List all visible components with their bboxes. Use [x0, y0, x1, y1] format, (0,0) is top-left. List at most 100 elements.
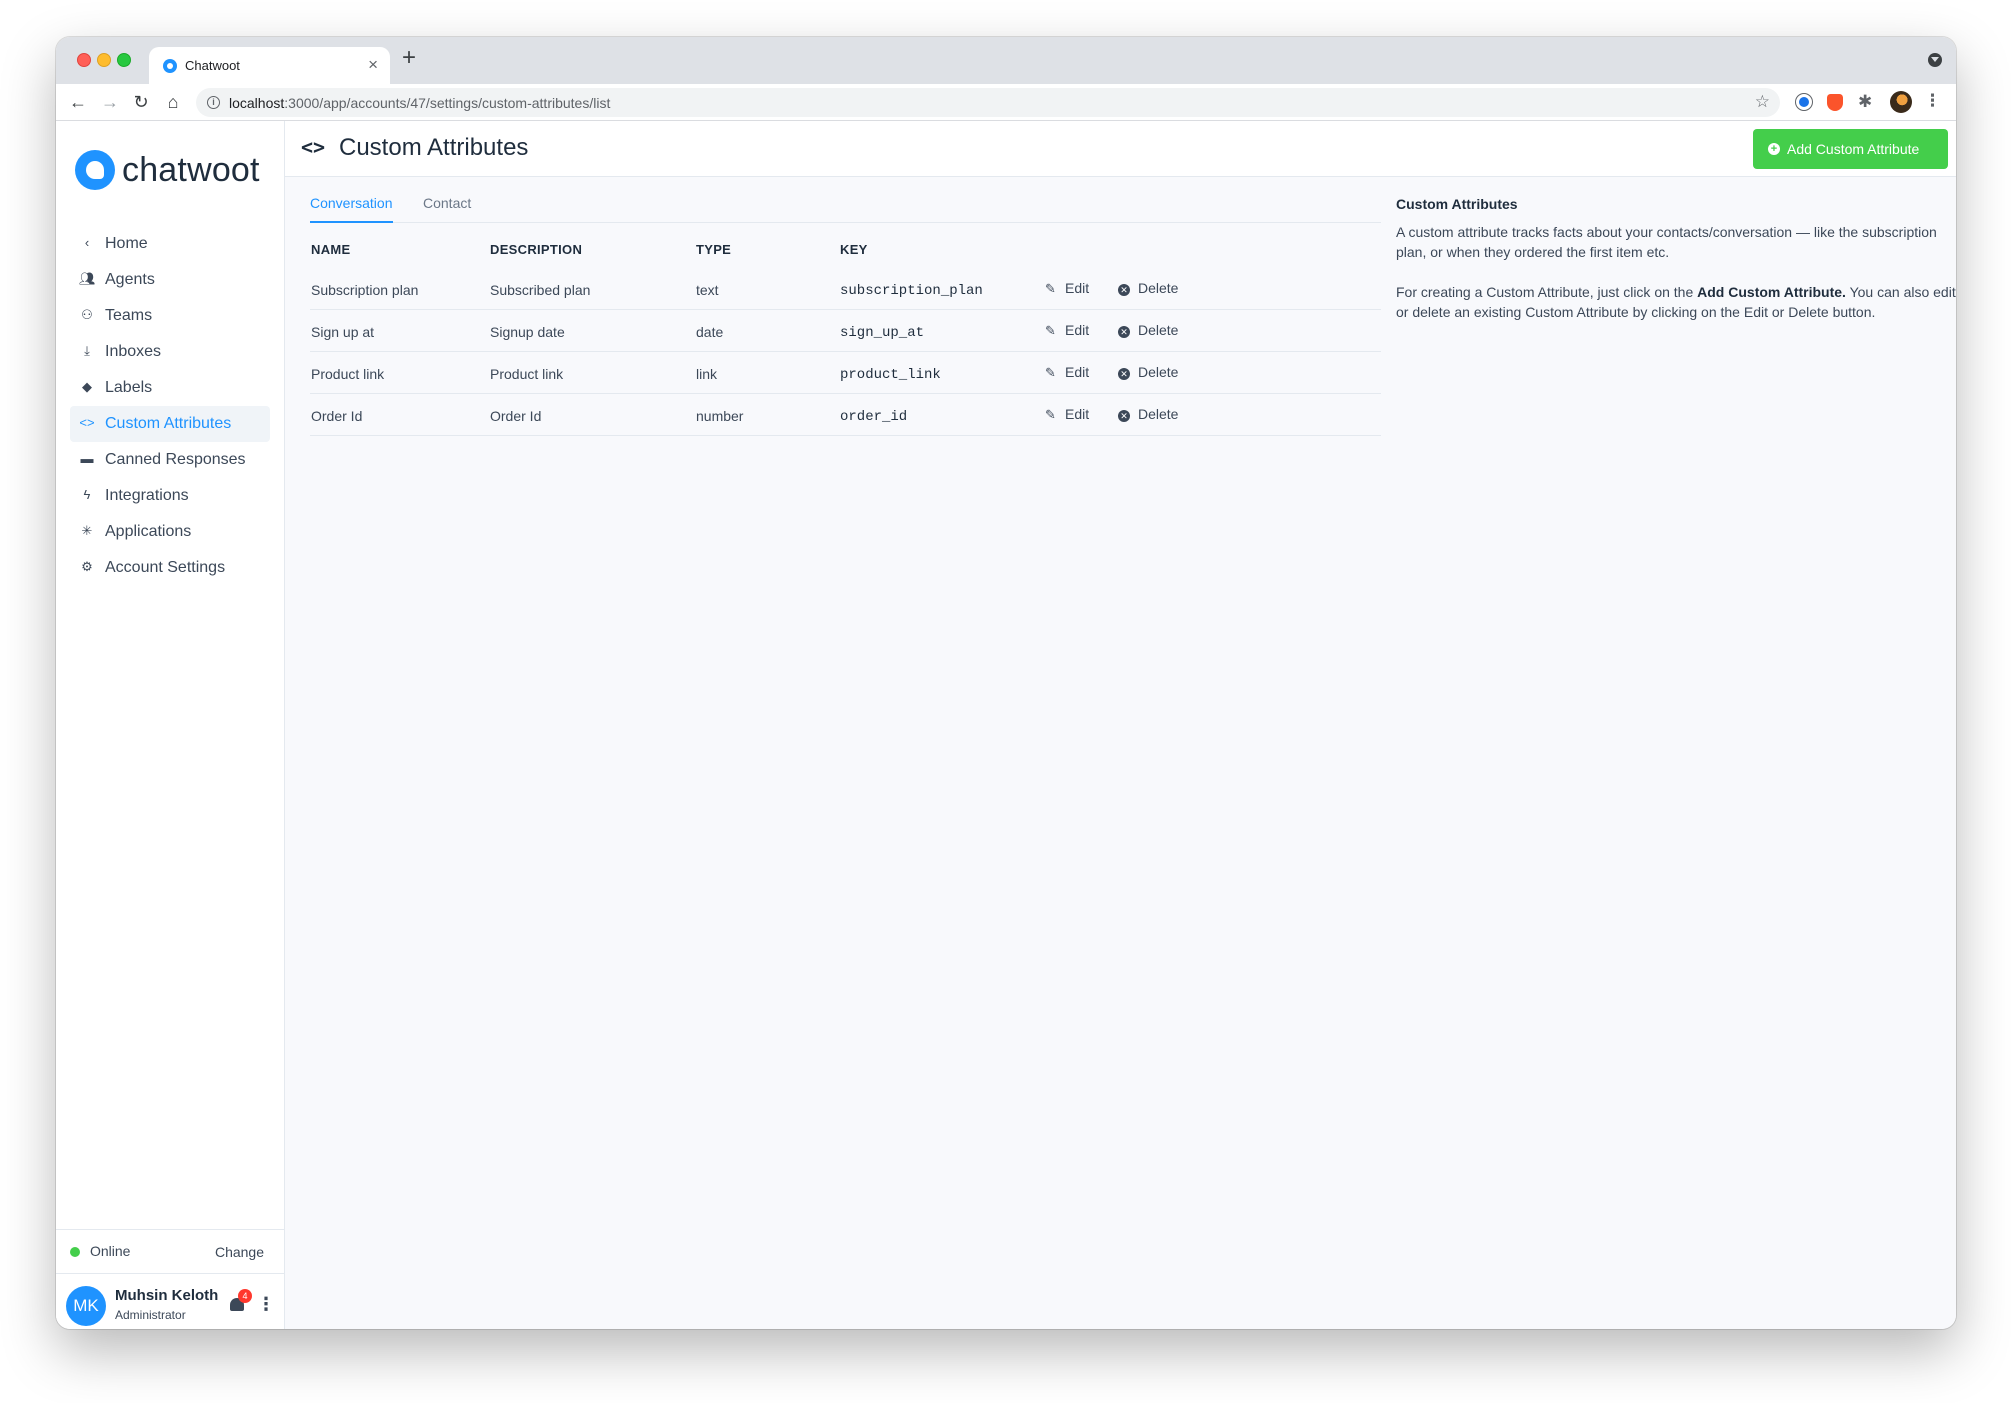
sidebar-item-label: Inboxes [105, 343, 162, 360]
attribute-name: Order Id [311, 408, 363, 424]
puzzle-extensions-icon[interactable]: ✱ [1858, 92, 1872, 112]
browser-window: Chatwoot × + ← → ↻ ⌂ i localhost:3000/ap… [56, 37, 1956, 1329]
site-info-icon[interactable]: i [207, 96, 220, 109]
attribute-type: text [696, 282, 719, 298]
dismiss-circle-icon: ✕ [1118, 368, 1130, 380]
sidebar-item-custom-attributes[interactable]: <> Custom Attributes [70, 406, 270, 442]
extension-icon[interactable] [1796, 94, 1812, 110]
notification-count-badge: 4 [238, 1289, 252, 1303]
url-text: localhost:3000/app/accounts/47/settings/… [229, 95, 610, 111]
add-custom-attribute-button[interactable]: + Add Custom Attribute [1753, 129, 1948, 169]
delete-button[interactable]: ✕ Delete [1118, 406, 1178, 422]
table-row: Sign up at Signup date date sign_up_at ✎… [310, 310, 1381, 352]
attribute-type: number [696, 408, 744, 424]
sidebar-footer: Online Change MK Muhsin Keloth Administr… [56, 1229, 285, 1329]
edit-button[interactable]: ✎ Edit [1045, 280, 1089, 297]
asterisk-icon: ✳ [81, 523, 93, 538]
attribute-key: order_id [840, 409, 908, 425]
column-header-description: DESCRIPTION [490, 242, 583, 257]
sidebar-item-integrations[interactable]: ϟ Integrations [70, 478, 270, 514]
notifications-bell-icon[interactable]: 4 [230, 1289, 252, 1313]
delete-button[interactable]: ✕ Delete [1118, 364, 1178, 380]
dismiss-circle-icon: ✕ [1118, 410, 1130, 422]
sidebar-item-account-settings[interactable]: ⚙ Account Settings [70, 550, 270, 586]
maximize-window-button[interactable] [117, 53, 131, 67]
forward-arrow-icon[interactable]: → [97, 89, 123, 115]
chatwoot-logo-icon [75, 150, 115, 190]
more-options-icon[interactable]: ⋮ [257, 1294, 275, 1315]
delete-button[interactable]: ✕ Delete [1118, 322, 1178, 338]
attribute-description: Subscribed plan [490, 282, 591, 298]
help-text: For creating a Custom Attribute, just cl… [1396, 284, 1698, 300]
sidebar-item-teams[interactable]: ⚇ Teams [70, 298, 270, 334]
edit-label: Edit [1065, 406, 1090, 422]
sidebar-item-inboxes[interactable]: ⤓ Inboxes [70, 334, 270, 370]
dismiss-circle-icon: ✕ [1118, 284, 1130, 296]
sidebar-item-canned-responses[interactable]: ▬ Canned Responses [70, 442, 270, 478]
address-bar[interactable]: i localhost:3000/app/accounts/47/setting… [196, 88, 1780, 117]
sidebar-item-labels[interactable]: ◆ Labels [70, 370, 270, 406]
pencil-icon: ✎ [1045, 365, 1056, 380]
attribute-key: subscription_plan [840, 283, 983, 299]
new-tab-button[interactable]: + [402, 46, 416, 70]
close-window-button[interactable] [77, 53, 91, 67]
sidebar-item-label: Account Settings [105, 559, 226, 576]
pencil-icon: ✎ [1045, 323, 1056, 338]
back-arrow-icon[interactable]: ← [65, 89, 91, 115]
sidebar-item-label: Agents [105, 271, 155, 288]
browser-menu-icon[interactable]: ⋮ [1924, 91, 1941, 111]
attribute-key: sign_up_at [840, 325, 925, 341]
delete-button[interactable]: ✕ Delete [1118, 280, 1178, 296]
browser-tab-title: Chatwoot [185, 58, 240, 73]
sidebar-item-home[interactable]: ‹ Home [70, 226, 270, 262]
dismiss-circle-icon: ✕ [1118, 326, 1130, 338]
chat-icon: ▬ [80, 451, 94, 466]
sidebar-item-agents[interactable]: 👥︎ Agents [70, 262, 270, 298]
availability-status: Online [90, 1243, 131, 1259]
edit-label: Edit [1065, 280, 1090, 296]
edit-label: Edit [1065, 322, 1090, 338]
sidebar-item-label: Home [105, 235, 148, 252]
edit-button[interactable]: ✎ Edit [1045, 406, 1089, 423]
tag-icon: ◆ [82, 379, 92, 394]
close-tab-icon[interactable]: × [368, 55, 378, 75]
attribute-key: product_link [840, 367, 941, 383]
page-header: <> Custom Attributes + Add Custom Attrib… [285, 121, 1956, 177]
attribute-name: Sign up at [311, 324, 375, 340]
tab-search-icon[interactable] [1928, 53, 1942, 67]
delete-label: Delete [1138, 406, 1179, 422]
code-icon: <> [301, 135, 326, 159]
add-button-label: Add Custom Attribute [1787, 141, 1920, 157]
logo-text: chatwoot [122, 151, 260, 189]
home-icon[interactable]: ⌂ [160, 89, 186, 115]
brave-shield-icon[interactable] [1827, 94, 1843, 111]
divider [56, 1273, 285, 1274]
profile-avatar-icon[interactable] [1890, 91, 1912, 113]
column-header-name: NAME [311, 242, 351, 257]
attribute-name: Subscription plan [311, 282, 419, 298]
attribute-type: link [696, 366, 718, 382]
online-status-dot [70, 1247, 80, 1257]
column-header-type: TYPE [696, 242, 732, 257]
help-paragraph: A custom attribute tracks facts about yo… [1396, 224, 1937, 260]
avatar[interactable]: MK [66, 1286, 106, 1326]
pencil-icon: ✎ [1045, 407, 1056, 422]
chevron-left-icon: ‹ [84, 235, 90, 250]
delete-label: Delete [1138, 322, 1179, 338]
help-emphasis: Add Custom Attribute. [1697, 284, 1846, 300]
bookmark-star-icon[interactable]: ☆ [1755, 92, 1770, 112]
reload-icon[interactable]: ↻ [128, 89, 154, 115]
minimize-window-button[interactable] [97, 53, 111, 67]
sidebar-item-applications[interactable]: ✳ Applications [70, 514, 270, 550]
change-status-button[interactable]: Change [215, 1244, 264, 1260]
edit-label: Edit [1065, 364, 1090, 380]
tab-conversation[interactable]: Conversation [310, 195, 393, 223]
code-icon: <> [79, 415, 95, 430]
page-title: Custom Attributes [339, 134, 529, 161]
browser-tab[interactable]: Chatwoot × [149, 47, 390, 84]
sidebar-item-label: Integrations [105, 487, 189, 504]
edit-button[interactable]: ✎ Edit [1045, 322, 1089, 339]
tab-contact[interactable]: Contact [423, 195, 471, 221]
edit-button[interactable]: ✎ Edit [1045, 364, 1089, 381]
table-row: Product link Product link link product_l… [310, 352, 1381, 394]
